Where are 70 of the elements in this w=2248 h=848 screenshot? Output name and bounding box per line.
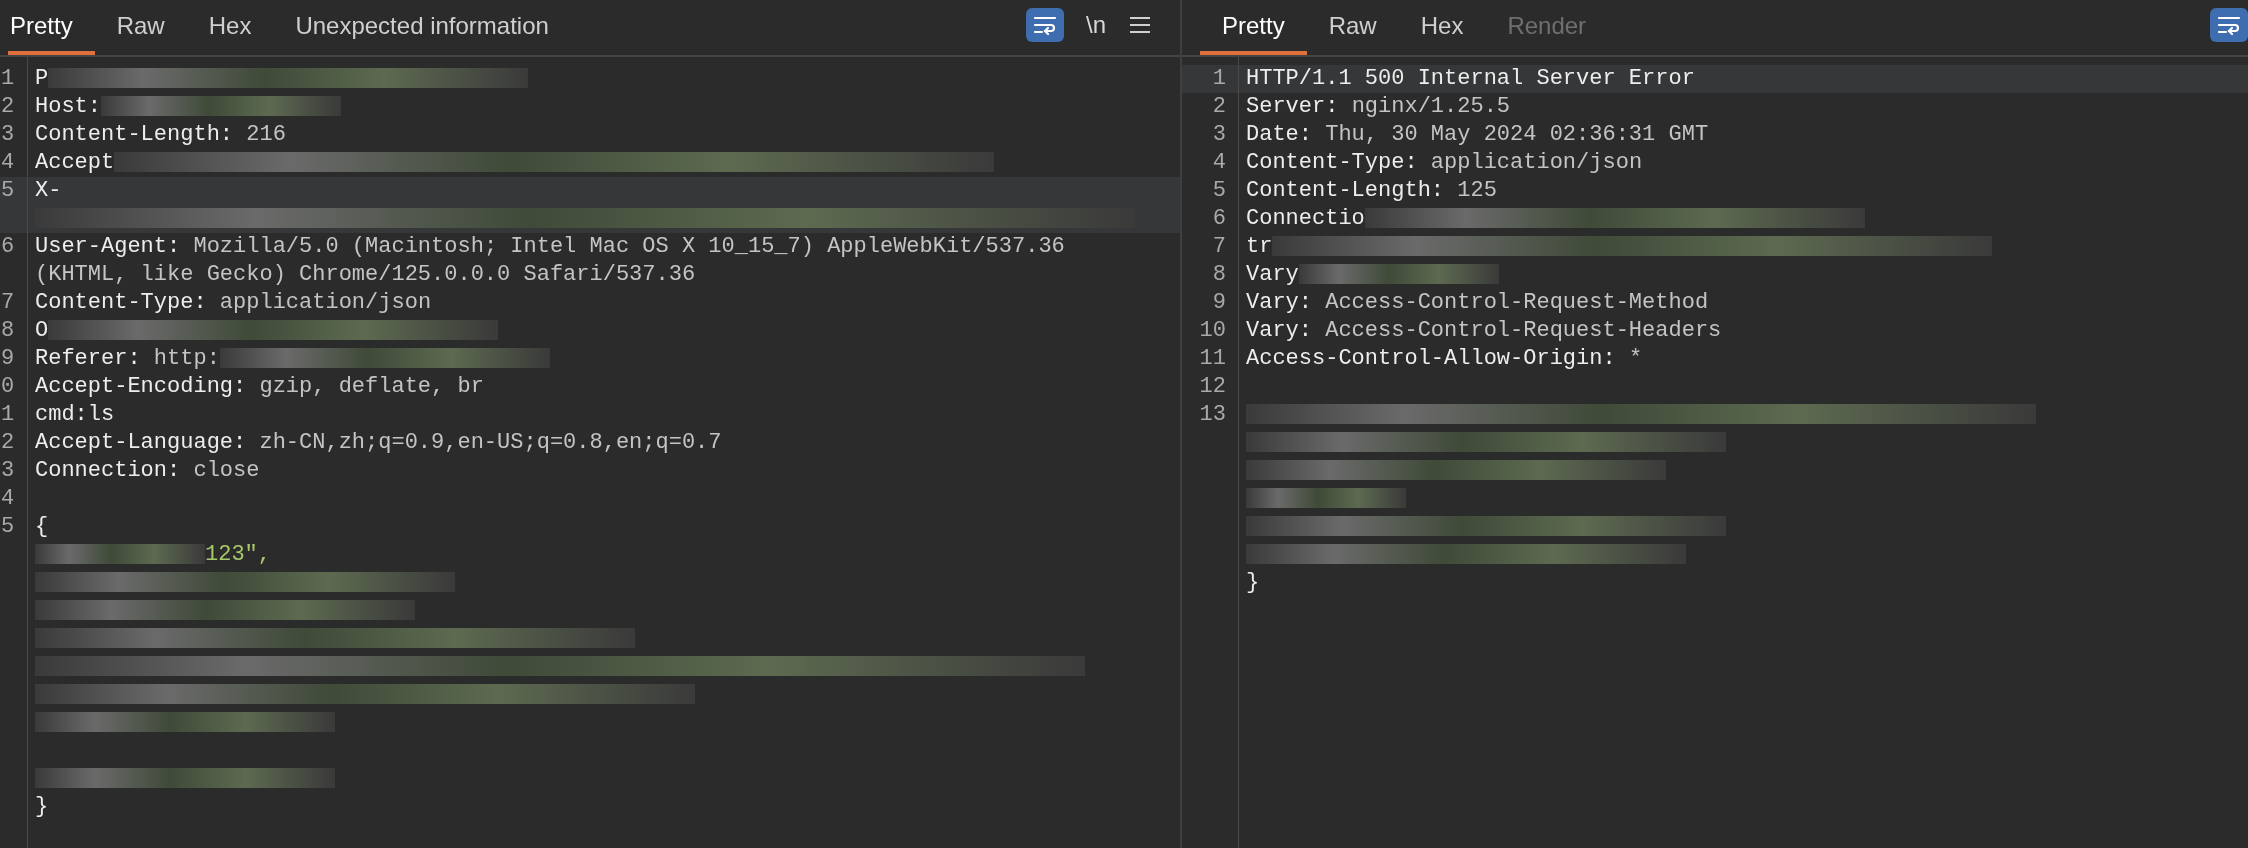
tab[interactable]: Pretty: [1200, 1, 1307, 55]
code-line: Accept-Language: zh-CN,zh;q=0.9,en-US;q=0.8,en;q=0.7: [34, 429, 723, 457]
code-line: Connection: close: [34, 457, 261, 485]
header-name: Accept: [35, 150, 115, 175]
line-number: 7: [1212, 234, 1226, 259]
tab[interactable]: Hex: [186, 1, 274, 55]
code-line: HTTP/1.1 500 Internal Server Error: [1245, 65, 1696, 93]
line-number: 1: [1, 66, 15, 91]
header-name: O: [35, 318, 49, 343]
line-number: 9: [1212, 290, 1226, 315]
newline-toggle[interactable]: \n: [1082, 6, 1110, 43]
line-number: 13: [1199, 402, 1226, 427]
word-wrap-button[interactable]: [1026, 7, 1064, 42]
code-line: Date: Thu, 30 May 2024 02:36:31 GMT: [1245, 121, 1710, 149]
line-number: 3: [1212, 122, 1226, 147]
header-name: P: [35, 66, 49, 91]
line-number: 6: [1, 234, 15, 259]
header-name: X-: [35, 178, 62, 203]
code-line: {: [34, 513, 50, 541]
tab[interactable]: Hex: [1398, 1, 1486, 55]
header-name: tr: [1246, 234, 1273, 259]
line-number: 3: [1, 122, 15, 147]
line-number: 10: [1199, 318, 1226, 343]
tab[interactable]: Pretty: [8, 1, 95, 55]
header-name: Host:: [35, 94, 101, 119]
line-number: 6: [1212, 206, 1226, 231]
menu-button[interactable]: [1128, 14, 1152, 35]
line-number: 4: [1, 486, 15, 511]
header-value: http:: [153, 346, 220, 371]
code-line: }: [1245, 569, 1261, 597]
line-number: 1: [1, 402, 15, 427]
code-line: Content-Length: 216: [34, 121, 287, 149]
line-number: 0: [1, 374, 15, 399]
line-number: 12: [1199, 374, 1226, 399]
code-line: Accept-Encoding: gzip, deflate, br: [34, 373, 485, 401]
code-line: Access-Control-Allow-Origin: *: [1245, 345, 1644, 373]
line-number: 8: [1212, 262, 1226, 287]
line-number: 1: [1212, 66, 1226, 91]
code-line: Vary: Access-Control-Request-Method: [1245, 289, 1710, 317]
tab[interactable]: Raw: [94, 1, 187, 55]
code-line: Content-Type: application/json: [1245, 149, 1644, 177]
tab[interactable]: Unexpected information: [273, 1, 571, 55]
line-number: 3: [1, 458, 15, 483]
word-wrap-button[interactable]: [2210, 7, 2248, 42]
tab[interactable]: Raw: [1306, 1, 1399, 55]
line-number: 2: [1, 430, 15, 455]
code-line: }: [34, 793, 50, 821]
menu-icon: [1128, 14, 1152, 35]
line-number: 5: [1212, 178, 1226, 203]
line-number: 4: [1212, 150, 1226, 175]
line-number: 8: [1, 318, 15, 343]
code-line: Content-Type: application/json: [34, 289, 433, 317]
wrap-icon: [1033, 14, 1057, 35]
header-name: Referer:: [35, 346, 141, 371]
line-number: 7: [1, 290, 15, 315]
header-name: Connectio: [1246, 206, 1365, 231]
wrap-icon: [2217, 14, 2241, 35]
line-number: 5: [1, 178, 15, 203]
code-line: Server: nginx/1.25.5: [1245, 93, 1512, 121]
code-line: cmd:ls: [34, 401, 116, 429]
line-number: 5: [1, 514, 15, 539]
line-number: 2: [1212, 94, 1226, 119]
json-string: 123",: [205, 542, 271, 567]
code-line: Vary: Access-Control-Request-Headers: [1245, 317, 1723, 345]
line-number: 2: [1, 94, 15, 119]
code-line: Content-Length: 125: [1245, 177, 1498, 205]
line-number: 9: [1, 346, 15, 371]
line-number: 4: [1, 150, 15, 175]
header-name: Vary: [1246, 262, 1299, 287]
line-number: 11: [1199, 346, 1226, 371]
